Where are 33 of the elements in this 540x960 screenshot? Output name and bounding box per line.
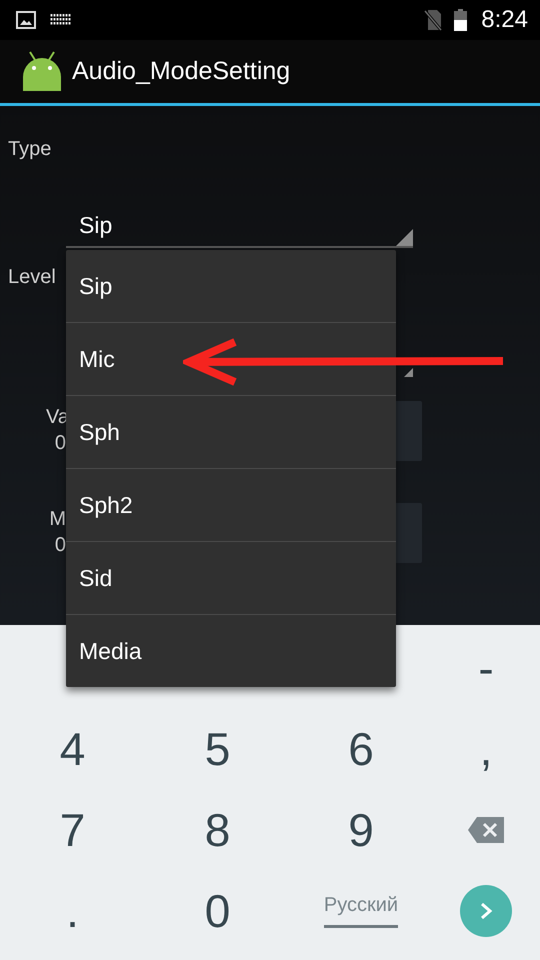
setting-label: M (48, 508, 66, 531)
dropdown-item[interactable]: Sip (66, 250, 396, 322)
keyboard-key[interactable]: 8 (145, 789, 290, 870)
keyboard-key[interactable]: 9 (290, 789, 432, 870)
level-label: Level (8, 266, 56, 289)
next-button[interactable] (460, 884, 512, 936)
keyboard-key[interactable]: 7 (0, 789, 145, 870)
keyboard-key[interactable]: 4 (0, 708, 145, 789)
dropdown-item[interactable]: Sph2 (66, 468, 396, 541)
keyboard-icon (50, 14, 72, 26)
dropdown-item[interactable]: Media (66, 614, 396, 687)
setting-value: 0 (54, 534, 66, 557)
keyboard-key[interactable]: 6 (290, 708, 432, 789)
android-robot-icon (22, 50, 62, 92)
keyboard-key[interactable]: , (432, 708, 540, 789)
keyboard-key[interactable]: - (432, 627, 540, 708)
image-icon (16, 11, 36, 29)
keyboard-key[interactable]: 0 (145, 870, 290, 951)
dropdown-triangle-icon (396, 229, 413, 246)
dropdown-item[interactable]: Sph (66, 395, 396, 468)
battery-icon (454, 9, 468, 31)
setting-value: 0 (54, 432, 66, 455)
dropdown-item[interactable]: Sid (66, 541, 396, 614)
keyboard-key[interactable]: . (0, 870, 145, 951)
dropdown-item[interactable]: Mic (66, 322, 396, 395)
type-label: Type (8, 138, 52, 161)
dropdown-triangle-icon (404, 368, 413, 377)
status-time: 8:24 (481, 6, 528, 34)
app-title: Audio_ModeSetting (72, 57, 290, 86)
backspace-icon (468, 816, 504, 842)
chevron-right-icon (479, 900, 493, 920)
keyboard-key[interactable]: 5 (145, 708, 290, 789)
no-sim-icon (424, 9, 442, 31)
